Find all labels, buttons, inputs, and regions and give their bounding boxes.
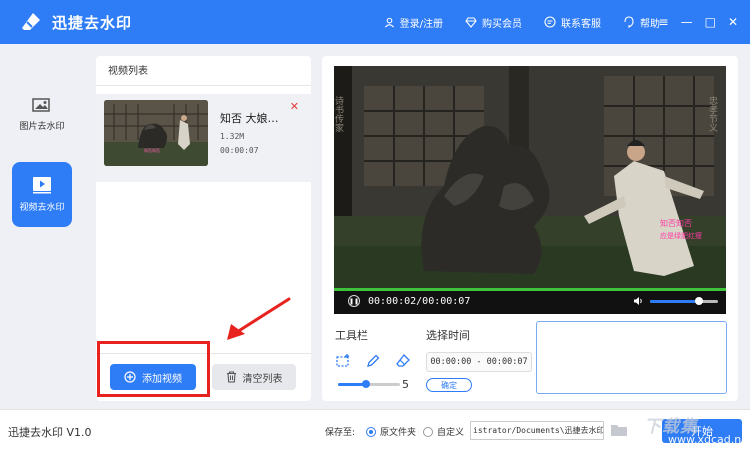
video-player[interactable]: 知否知否 应是绿肥红瘦 诗书传家 忠孝节义 ❚❚ 00:00:02/00:00:… xyxy=(334,66,726,314)
svg-text:知否知否: 知否知否 xyxy=(144,147,160,153)
video-icon xyxy=(33,177,51,194)
tool-icons xyxy=(335,353,411,369)
time-range-input[interactable]: 00:00:00 - 00:00:07 xyxy=(426,352,532,372)
user-icon xyxy=(384,17,394,27)
toolbar-label: 工具栏 xyxy=(335,329,368,342)
brush-size-value: 5 xyxy=(402,378,409,391)
eraser-logo-icon xyxy=(18,9,44,35)
pen-icon[interactable] xyxy=(365,353,381,369)
close-button[interactable]: ✕ xyxy=(728,15,738,29)
version-label: 迅捷去水印 V1.0 xyxy=(8,426,92,439)
playback-progress[interactable] xyxy=(334,288,726,291)
volume-slider[interactable] xyxy=(650,296,718,305)
save-to-label: 保存至: xyxy=(325,428,356,438)
svg-text:忠孝节义: 忠孝节义 xyxy=(707,96,718,132)
svg-text:诗书传家: 诗书传家 xyxy=(334,96,344,132)
svg-text:知否知否: 知否知否 xyxy=(660,218,692,228)
buy-vip-link[interactable]: 购买会员 xyxy=(465,15,522,30)
window-controls: ≡ — □ ✕ xyxy=(659,0,738,44)
preview-textbox[interactable] xyxy=(536,321,727,394)
save-path-input[interactable]: istrator/Documents\迅捷去水印 xyxy=(470,421,604,440)
radio-dot xyxy=(423,426,433,437)
sidebar-item-label: 图片去水印 xyxy=(19,122,65,132)
help-label: 帮助 xyxy=(640,18,660,30)
login-label: 登录/注册 xyxy=(399,18,443,30)
trash-icon xyxy=(226,371,236,383)
highlight-box xyxy=(97,341,210,397)
menu-button[interactable]: ≡ xyxy=(659,15,669,29)
top-links: 登录/注册 购买会员 联系客服 帮助 xyxy=(384,0,660,44)
clear-list-label: 清空列表 xyxy=(242,373,283,385)
radio-original-folder[interactable]: 原文件夹 xyxy=(366,425,416,438)
login-link[interactable]: 登录/注册 xyxy=(384,15,443,30)
radio-label: 原文件夹 xyxy=(380,428,417,438)
help-link[interactable]: 帮助 xyxy=(623,15,660,30)
video-size: 1.32M xyxy=(220,132,245,141)
video-list-title: 视频列表 xyxy=(96,56,311,86)
status-bar: 迅捷去水印 V1.0 保存至: 原文件夹 自定义 istrator/Docume… xyxy=(0,409,750,450)
volume-control xyxy=(633,296,718,306)
svg-text:应是绿肥红瘦: 应是绿肥红瘦 xyxy=(660,231,702,240)
help-icon xyxy=(624,16,634,28)
folder-icon[interactable] xyxy=(610,422,628,438)
editor-panel: 知否知否 应是绿肥红瘦 诗书传家 忠孝节义 ❚❚ 00:00:02/00:00:… xyxy=(322,56,738,401)
title-bar: 迅捷去水印 登录/注册 购买会员 联系客服 帮助 ≡ — □ ✕ xyxy=(0,0,750,44)
player-controls: ❚❚ 00:00:02/00:00:07 xyxy=(334,288,726,314)
video-frame: 知否知否 应是绿肥红瘦 诗书传家 忠孝节义 xyxy=(334,66,726,288)
sidebar-item-label: 视频去水印 xyxy=(19,203,65,213)
support-link[interactable]: 联系客服 xyxy=(544,15,601,30)
radio-custom[interactable]: 自定义 xyxy=(423,425,464,438)
video-duration: 00:00:07 xyxy=(220,146,259,155)
confirm-button[interactable]: 确定 xyxy=(426,378,472,392)
time-select-label: 选择时间 xyxy=(426,329,470,342)
pause-icon[interactable]: ❚❚ xyxy=(348,295,360,307)
buy-vip-label: 购买会员 xyxy=(482,18,522,30)
delete-icon[interactable]: ✕ xyxy=(290,100,299,113)
clear-list-button[interactable]: 清空列表 xyxy=(212,364,296,390)
chat-icon xyxy=(544,16,556,28)
sidebar: 图片去水印 视频去水印 xyxy=(0,44,84,409)
support-label: 联系客服 xyxy=(561,18,601,30)
sidebar-item-video-watermark[interactable]: 视频去水印 xyxy=(12,162,72,227)
selection-rect-icon[interactable] xyxy=(335,353,351,369)
annotation-arrow xyxy=(227,297,291,340)
start-button[interactable]: 开始 xyxy=(662,419,742,443)
radio-label: 自定义 xyxy=(437,428,465,438)
image-icon xyxy=(32,98,50,112)
speaker-icon[interactable] xyxy=(633,296,644,306)
minimize-button[interactable]: — xyxy=(681,15,693,29)
video-name: 知否 大娘… xyxy=(220,112,279,125)
video-thumbnail: 知否知否 xyxy=(104,100,208,166)
timecode: 00:00:02/00:00:07 xyxy=(368,295,471,307)
brush-size-slider[interactable] xyxy=(338,380,400,388)
list-item[interactable]: 知否知否 知否 大娘… 1.32M 00:00:07 ✕ xyxy=(96,94,311,182)
sidebar-item-image-watermark[interactable]: 图片去水印 xyxy=(12,82,72,147)
diamond-icon xyxy=(465,16,477,28)
eraser-icon[interactable] xyxy=(395,353,411,369)
app-title: 迅捷去水印 xyxy=(52,13,133,32)
maximize-button[interactable]: □ xyxy=(705,15,716,29)
radio-dot xyxy=(366,426,376,437)
